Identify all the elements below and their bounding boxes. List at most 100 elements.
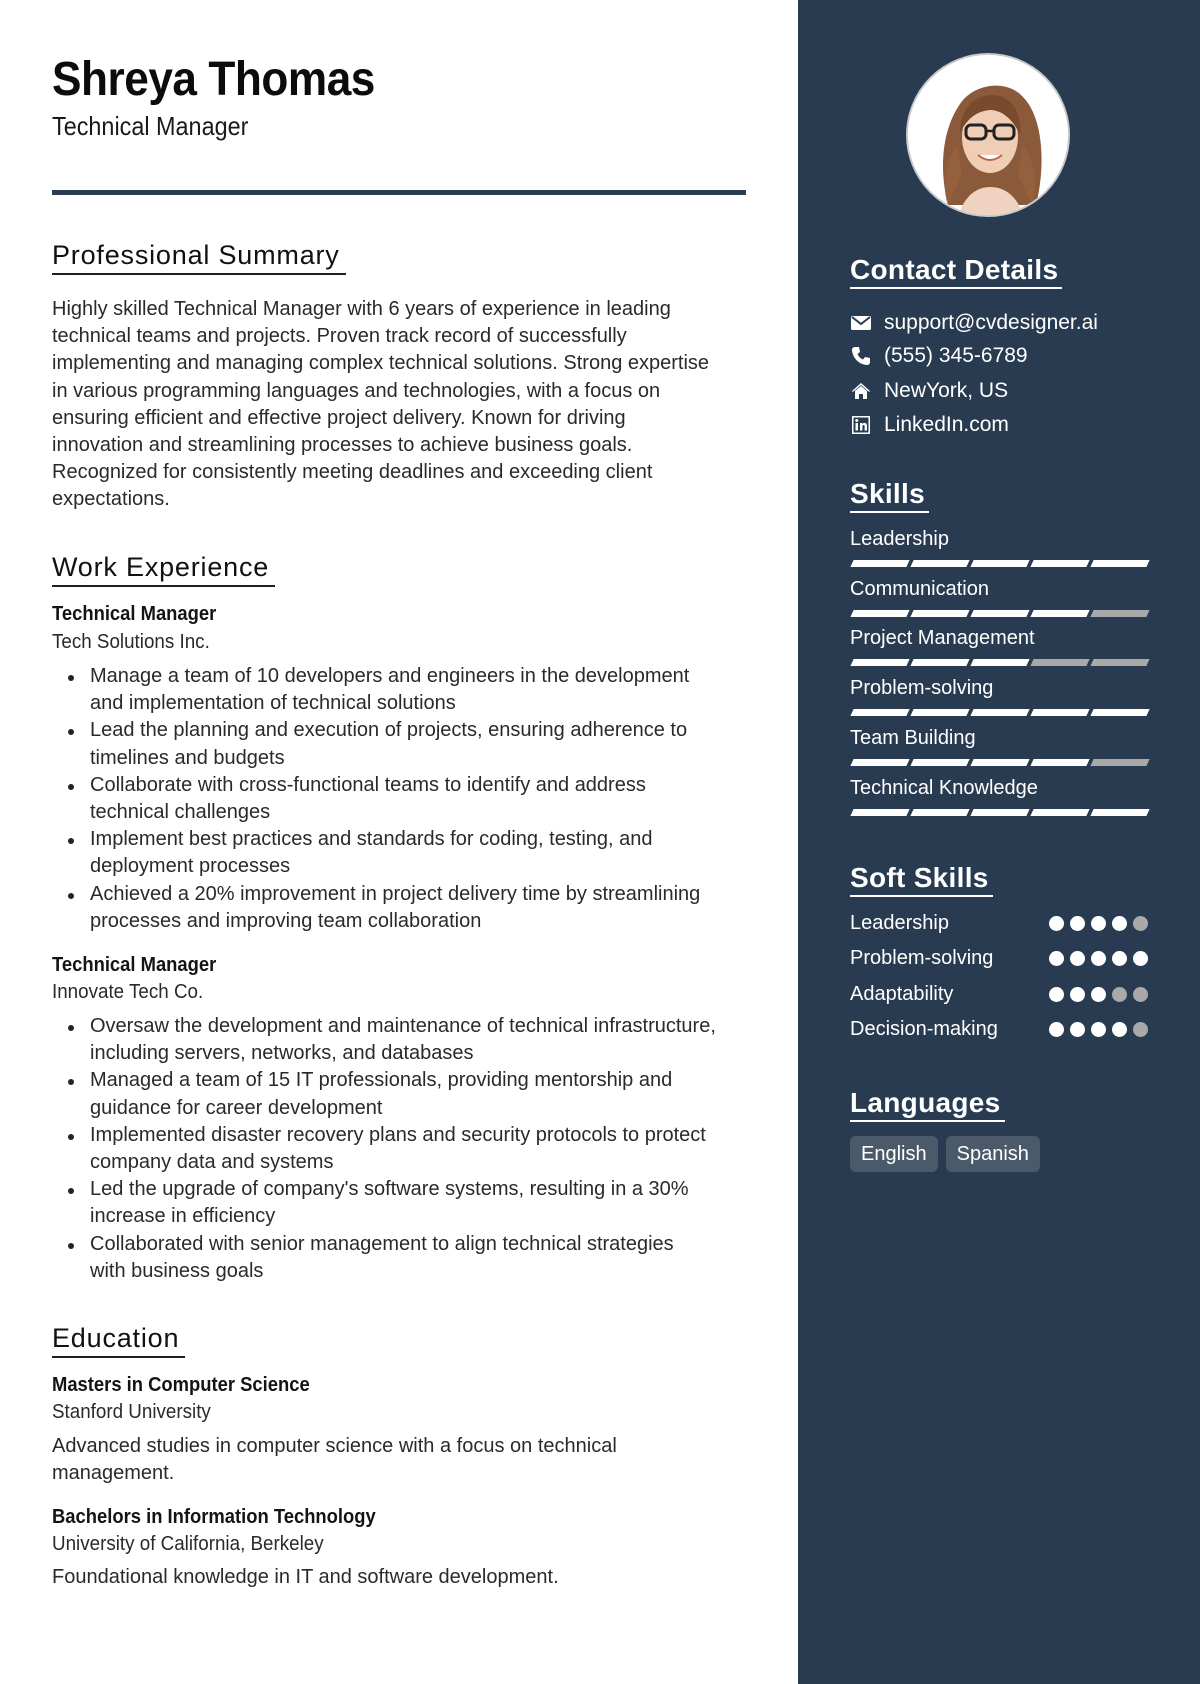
- degree-title: Bachelors in Information Technology: [52, 1506, 376, 1528]
- header-divider: [52, 190, 746, 195]
- skill-level-bar: [850, 809, 1150, 816]
- summary-line: implementing and managing complex techni…: [52, 352, 710, 375]
- job-bullet: Achieved a 20% improvement in project de…: [52, 881, 762, 935]
- job-bullet: Lead the planning and execution of proje…: [52, 717, 762, 771]
- summary-line: Recognized for consistently meeting dead…: [52, 461, 653, 484]
- skill-name: Problem-solving: [850, 677, 994, 699]
- skill-segment-empty: [1090, 659, 1150, 666]
- degree-title: Masters in Computer Science: [52, 1374, 310, 1396]
- rating-dot-filled: [1049, 915, 1064, 931]
- profile-photo: [906, 53, 1070, 217]
- linkedin-icon: [850, 414, 872, 436]
- skill-segment-filled: [1090, 560, 1150, 567]
- home-icon: [850, 380, 872, 402]
- skill-segment-filled: [910, 659, 970, 666]
- contact-linkedin-text[interactable]: LinkedIn.com: [884, 410, 1009, 440]
- skill-name: Communication: [850, 578, 989, 600]
- skill-segment-filled: [850, 759, 910, 766]
- job-bullet: Implemented disaster recovery plans and …: [52, 1122, 762, 1176]
- bullet-line: Implemented disaster recovery plans and …: [90, 1123, 706, 1146]
- contact-email-text[interactable]: support@cvdesigner.ai: [884, 308, 1098, 338]
- soft-skill-row: Problem-solving: [850, 943, 1148, 973]
- soft-skill-row: Decision-making: [850, 1014, 1148, 1044]
- skill-segment-filled: [1030, 610, 1090, 617]
- skill-segment-filled: [850, 560, 910, 567]
- bullet-line: Collaborate with cross-functional teams …: [90, 773, 646, 796]
- language-tag: English: [850, 1136, 938, 1172]
- bullet-line: Manage a team of 10 developers and engin…: [90, 665, 690, 687]
- rating-dot-filled: [1112, 1021, 1127, 1037]
- rating-dot-empty: [1133, 1021, 1148, 1037]
- soft-skill-name: Decision-making: [850, 1018, 998, 1040]
- skill-segment-filled: [970, 759, 1030, 766]
- bullet-line: Lead the planning and execution of proje…: [90, 719, 688, 742]
- job-bullet: Implement best practices and standards f…: [52, 826, 762, 880]
- degree-description: Foundational knowledge in IT and softwar…: [52, 1564, 752, 1591]
- contact-phone[interactable]: (555) 345-6789: [850, 341, 1028, 371]
- job-bullet: Led the upgrade of company's software sy…: [52, 1176, 762, 1230]
- skills-heading: Skills: [850, 477, 929, 513]
- rating-dot-filled: [1091, 986, 1106, 1002]
- skill-level-bar: [850, 759, 1150, 766]
- job-title: Technical Manager: [52, 954, 217, 976]
- skill-segment-filled: [970, 659, 1030, 666]
- skill-segment-empty: [1030, 659, 1090, 666]
- rating-dot-filled: [1133, 950, 1148, 966]
- summary-line: expectations.: [52, 488, 170, 511]
- rating-dot-filled: [1112, 950, 1127, 966]
- skill-segment-filled: [850, 659, 910, 666]
- summary-line: in various programming languages and tec…: [52, 379, 661, 402]
- bullet-line: technical challenges: [90, 801, 271, 824]
- summary-line: technical teams and projects. Proven tra…: [52, 325, 627, 348]
- skill-segment-filled: [910, 560, 970, 567]
- skill-level-bar: [850, 709, 1150, 716]
- contact-location-text: NewYork, US: [884, 379, 1009, 402]
- rating-dot-empty: [1133, 986, 1148, 1002]
- language-tag: Spanish: [945, 1136, 1040, 1172]
- skill-level-bar: [850, 659, 1150, 666]
- job-company: Innovate Tech Co.: [52, 981, 204, 1003]
- rating-dot-empty: [1112, 986, 1127, 1002]
- rating-dot-filled: [1049, 986, 1064, 1002]
- skill-segment-empty: [1090, 759, 1150, 766]
- experience-heading: Work Experience: [52, 550, 276, 587]
- contact-email[interactable]: support@cvdesigner.ai: [850, 308, 1098, 338]
- job-bullet: Managed a team of 15 IT professionals, p…: [52, 1067, 762, 1121]
- summary-line: ensuring efficient and effective project…: [52, 406, 626, 429]
- skill-segment-filled: [910, 610, 970, 617]
- bullet-line: with business goals: [90, 1259, 264, 1282]
- summary-heading: Professional Summary: [52, 238, 346, 275]
- education-heading: Education: [52, 1321, 186, 1358]
- bullet-line: timelines and budgets: [90, 746, 285, 769]
- skill-name: Team Building: [850, 727, 976, 749]
- candidate-name: Shreya Thomas: [52, 53, 375, 106]
- skill-segment-filled: [970, 809, 1030, 816]
- soft-skills-heading: Soft Skills: [850, 861, 993, 897]
- rating-dot-filled: [1070, 915, 1085, 931]
- soft-skill-rating: [1049, 950, 1148, 966]
- bullet-line: Managed a team of 15 IT professionals, p…: [90, 1069, 673, 1092]
- bullet-line: Collaborated with senior management to a…: [90, 1232, 674, 1255]
- rating-dot-filled: [1091, 915, 1106, 931]
- portrait-illustration: [908, 55, 1068, 215]
- skill-segment-filled: [910, 759, 970, 766]
- bullet-line: Achieved a 20% improvement in project de…: [90, 882, 701, 905]
- bullet-line: increase in efficiency: [90, 1205, 276, 1228]
- skill-segment-filled: [910, 709, 970, 716]
- soft-skill-name: Adaptability: [850, 983, 954, 1005]
- rating-dot-filled: [1049, 950, 1064, 966]
- skill-segment-empty: [1090, 610, 1150, 617]
- skill-level-bar: [850, 610, 1150, 617]
- skill-level-bar: [850, 560, 1150, 567]
- rating-dot-filled: [1049, 1021, 1064, 1037]
- school-name: Stanford University: [52, 1401, 211, 1423]
- skill-segment-filled: [850, 610, 910, 617]
- school-name: University of California, Berkeley: [52, 1533, 324, 1555]
- contact-linkedin[interactable]: LinkedIn.com: [850, 410, 1009, 440]
- bullet-line: company data and systems: [90, 1151, 334, 1174]
- skill-segment-filled: [1030, 560, 1090, 567]
- bullet-line: deployment processes: [90, 855, 291, 878]
- skill-name: Technical Knowledge: [850, 777, 1038, 799]
- soft-skill-name: Problem-solving: [850, 947, 994, 969]
- contact-phone-text[interactable]: (555) 345-6789: [884, 341, 1028, 371]
